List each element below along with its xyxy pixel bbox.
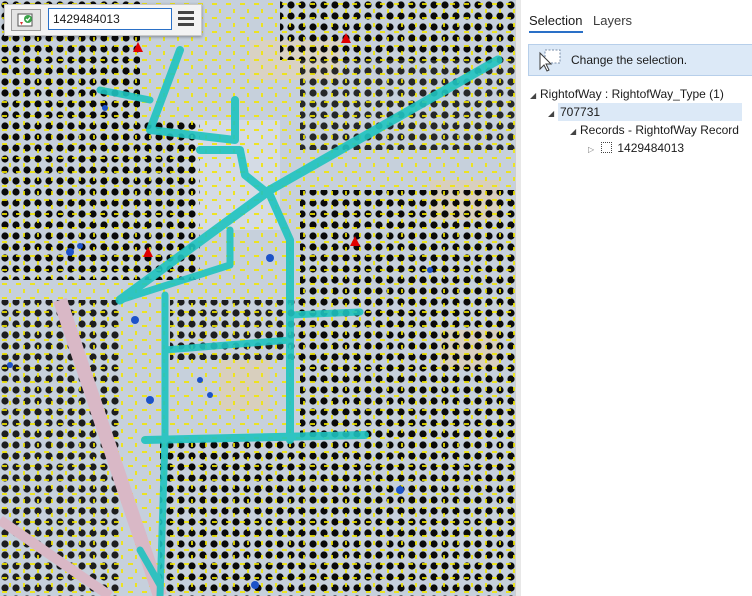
change-selection-label: Change the selection. <box>571 53 688 67</box>
select-arrow-icon <box>539 49 561 72</box>
selection-panel: Selection Layers Change the selection. ◢… <box>521 0 752 596</box>
triangle-collapsed-icon[interactable]: ▷ <box>588 141 598 159</box>
locate-select-button[interactable] <box>11 9 41 31</box>
tree-child-row[interactable]: ▷ 1429484013 <box>588 139 684 157</box>
map-search-toolbar <box>4 4 202 36</box>
tree-child-label: 1429484013 <box>617 141 685 155</box>
tab-layers[interactable]: Layers <box>593 13 632 28</box>
triangle-expanded-icon[interactable]: ◢ <box>530 87 540 105</box>
search-input[interactable] <box>48 8 172 30</box>
triangle-expanded-icon[interactable]: ◢ <box>548 105 558 123</box>
hamburger-menu-icon <box>178 11 194 26</box>
tree-relationship-label: Records - RightofWay Record <box>580 123 739 137</box>
record-checkbox-icon <box>601 142 613 153</box>
tree-record-label: 707731 <box>558 103 742 121</box>
map-view[interactable] <box>0 0 515 596</box>
map-canvas[interactable] <box>0 0 515 596</box>
tab-selection[interactable]: Selection <box>529 13 582 28</box>
tree-layer-row[interactable]: ◢ RightofWay : RightofWay_Type (1) <box>530 85 724 103</box>
locate-select-icon <box>17 13 33 27</box>
hamburger-menu-button[interactable] <box>178 11 194 29</box>
tree-layer-label: RightofWay : RightofWay_Type (1) <box>540 87 724 101</box>
tree-relationship-row[interactable]: ◢ Records - RightofWay Record <box>570 121 739 139</box>
active-tab-indicator <box>529 31 583 33</box>
triangle-expanded-icon[interactable]: ◢ <box>570 123 580 141</box>
change-selection-button[interactable]: Change the selection. <box>528 44 752 76</box>
tree-record-row[interactable]: ◢ 707731 <box>548 103 742 121</box>
